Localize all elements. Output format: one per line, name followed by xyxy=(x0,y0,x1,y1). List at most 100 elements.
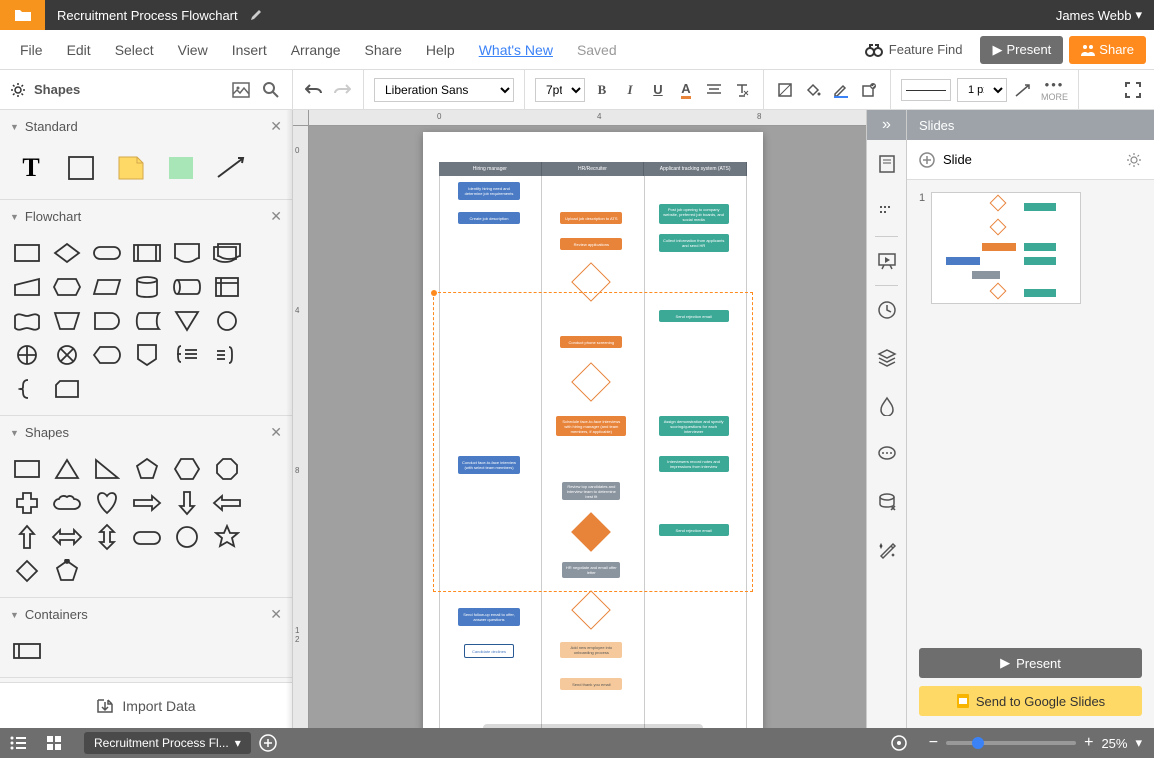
fc-paper-tape[interactable] xyxy=(10,307,44,335)
gear-icon[interactable] xyxy=(10,82,26,98)
sh-star[interactable] xyxy=(210,523,244,551)
fc-connector[interactable] xyxy=(210,307,244,335)
node-thank[interactable]: Send thank you email xyxy=(560,678,622,690)
sh-arrow-up[interactable] xyxy=(10,523,44,551)
fc-document[interactable] xyxy=(170,239,204,267)
more-button[interactable]: ••• MORE xyxy=(1041,77,1068,102)
node-collect[interactable]: Collect information from applicants and … xyxy=(659,234,729,252)
sh-arrow-ud[interactable] xyxy=(90,523,124,551)
slide-thumbnail-1[interactable]: 1 xyxy=(919,192,1142,304)
undo-icon[interactable] xyxy=(303,79,325,101)
fc-delay[interactable] xyxy=(90,307,124,335)
zoom-in-button[interactable]: + xyxy=(1084,734,1093,752)
share-button[interactable]: Share xyxy=(1069,36,1146,64)
user-menu[interactable]: James Webb ▾ xyxy=(1044,7,1154,23)
category-containers[interactable]: ▼ Containers ✕ xyxy=(0,598,292,631)
present-button[interactable]: ▶ Present xyxy=(980,36,1063,64)
font-select[interactable]: Liberation Sans xyxy=(374,78,514,102)
rail-comment-icon[interactable] xyxy=(867,188,906,236)
send-google-slides-button[interactable]: Send to Google Slides xyxy=(919,686,1142,716)
lane-title-3[interactable]: Applicant tracking system (ATS) xyxy=(644,162,747,176)
fc-multidoc[interactable] xyxy=(210,239,244,267)
sh-hexagon[interactable] xyxy=(170,455,204,483)
sh-cloud[interactable] xyxy=(50,489,84,517)
fc-merge[interactable] xyxy=(170,307,204,335)
rail-data-icon[interactable] xyxy=(867,478,906,526)
category-flowchart[interactable]: ▼ Flowchart ✕ xyxy=(0,200,292,233)
pencil-icon[interactable] xyxy=(250,9,262,21)
fc-or[interactable] xyxy=(10,341,44,369)
line-shape[interactable] xyxy=(214,153,248,183)
node-identify[interactable]: Identify hiring need and determine job r… xyxy=(458,182,520,200)
import-data-button[interactable]: Import Data xyxy=(0,682,292,728)
grid-view-icon[interactable] xyxy=(36,736,72,750)
zoom-slider[interactable] xyxy=(946,741,1076,745)
font-size-select[interactable]: 7pt xyxy=(535,78,585,102)
rail-present-icon[interactable] xyxy=(867,237,906,285)
selection-box[interactable] xyxy=(433,292,753,592)
fc-predefined[interactable] xyxy=(130,239,164,267)
bucket-icon[interactable] xyxy=(802,79,824,101)
close-icon[interactable]: ✕ xyxy=(270,424,282,441)
fc-direct-data[interactable] xyxy=(170,273,204,301)
fc-decision[interactable] xyxy=(50,239,84,267)
sh-cross[interactable] xyxy=(10,489,44,517)
chevron-down-icon[interactable]: ▾ xyxy=(1135,735,1142,751)
close-icon[interactable]: ✕ xyxy=(270,208,282,225)
page-tab[interactable]: Recruitment Process Fl... ▾ xyxy=(84,732,251,754)
fc-card[interactable] xyxy=(50,375,84,403)
feature-find[interactable]: Feature Find xyxy=(853,42,975,57)
border-color-icon[interactable] xyxy=(830,79,852,101)
category-shapes[interactable]: ▼ Shapes ✕ xyxy=(0,416,292,449)
underline-icon[interactable]: U xyxy=(647,79,669,101)
node-add-emp[interactable]: Add new employee into onboarding process xyxy=(560,642,622,658)
sh-rect[interactable] xyxy=(10,455,44,483)
rail-layers-icon[interactable] xyxy=(867,334,906,382)
rail-magic-icon[interactable] xyxy=(867,526,906,574)
line-style-select[interactable] xyxy=(901,79,951,101)
image-icon[interactable] xyxy=(230,80,252,100)
node-review-apps[interactable]: Review applications xyxy=(560,238,622,250)
menu-view[interactable]: View xyxy=(166,42,220,58)
lane-title-2[interactable]: HR/Recruiter xyxy=(542,162,645,176)
fc-terminator[interactable] xyxy=(90,239,124,267)
menu-insert[interactable]: Insert xyxy=(220,42,279,58)
menu-file[interactable]: File xyxy=(8,42,55,58)
category-standard[interactable]: ▼ Standard ✕ xyxy=(0,110,292,143)
rail-page-icon[interactable] xyxy=(867,140,906,188)
sh-pentagon[interactable] xyxy=(130,455,164,483)
menu-share[interactable]: Share xyxy=(353,42,414,58)
rail-collapse-icon[interactable]: » xyxy=(867,110,906,140)
line-width-select[interactable]: 1 px xyxy=(957,78,1007,102)
container-swimlane[interactable] xyxy=(10,637,44,665)
clear-format-icon[interactable] xyxy=(731,79,753,101)
sh-polygon[interactable] xyxy=(50,557,84,585)
sh-diamond[interactable] xyxy=(10,557,44,585)
close-icon[interactable]: ✕ xyxy=(270,118,282,135)
canvas-page[interactable]: Hiring manager HR/Recruiter Applicant tr… xyxy=(423,132,763,728)
lane-title-1[interactable]: Hiring manager xyxy=(439,162,542,176)
fc-summing[interactable] xyxy=(50,341,84,369)
fc-stored-data[interactable] xyxy=(130,307,164,335)
redo-icon[interactable] xyxy=(331,79,353,101)
slides-present-button[interactable]: ▶ Present xyxy=(919,648,1142,678)
bold-icon[interactable]: B xyxy=(591,79,613,101)
shape-options-icon[interactable] xyxy=(858,79,880,101)
target-icon[interactable] xyxy=(881,734,917,752)
sh-arrow-left[interactable] xyxy=(210,489,244,517)
fc-display[interactable] xyxy=(90,341,124,369)
search-icon[interactable] xyxy=(260,79,282,101)
hotspot-shape[interactable] xyxy=(164,153,198,183)
gear-icon[interactable] xyxy=(1126,152,1142,168)
fc-note-right[interactable] xyxy=(210,341,244,369)
document-title[interactable]: Recruitment Process Flowchart xyxy=(45,8,250,23)
list-view-icon[interactable] xyxy=(0,736,36,750)
sh-triangle[interactable] xyxy=(50,455,84,483)
add-page-button[interactable] xyxy=(259,734,277,752)
node-post-job[interactable]: Post job opening to company website, pre… xyxy=(659,204,729,224)
fc-brace[interactable] xyxy=(170,341,204,369)
node-followup[interactable]: Send follow-up email to offer, answer qu… xyxy=(458,608,520,626)
close-icon[interactable]: ✕ xyxy=(270,606,282,623)
menu-select[interactable]: Select xyxy=(103,42,166,58)
fc-data[interactable] xyxy=(90,273,124,301)
